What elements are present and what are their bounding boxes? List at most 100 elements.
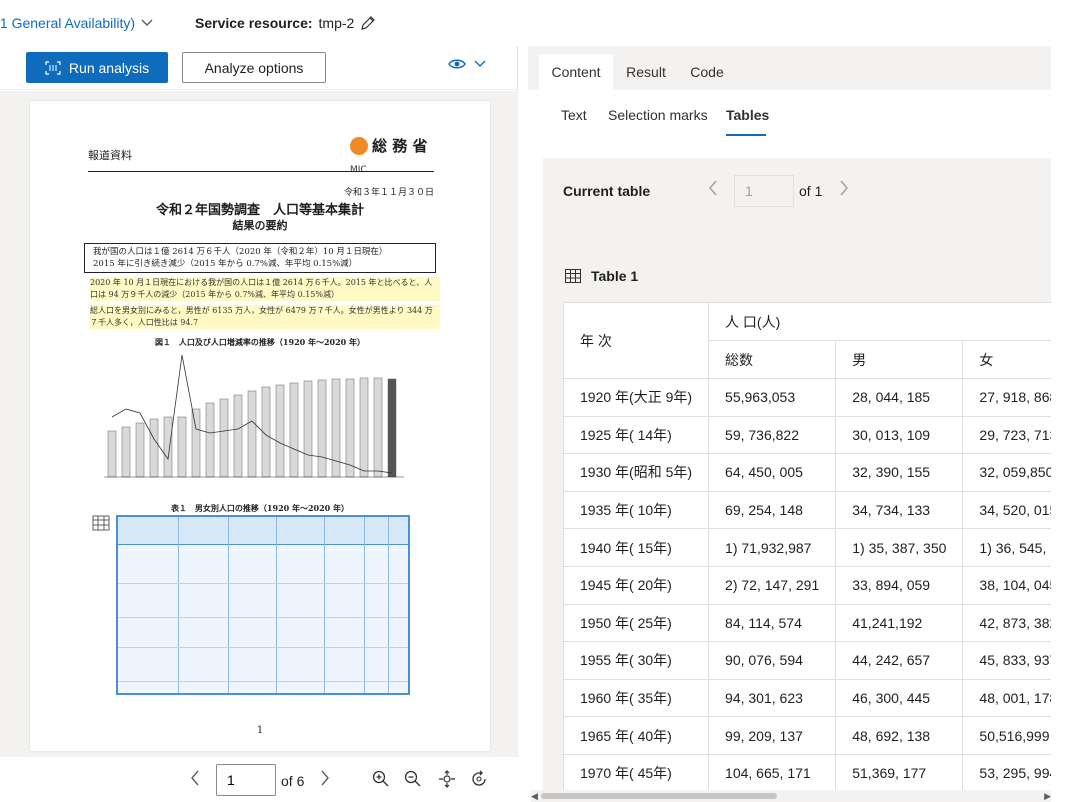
run-analysis-button[interactable]: Run analysis <box>26 52 168 83</box>
zoom-out-button[interactable] <box>404 770 422 791</box>
table-cell: 28, 044, 185 <box>835 378 964 417</box>
table-cell: 29, 723, 713 <box>962 415 1051 455</box>
table-cell: 1970 年( 45年) <box>562 753 710 793</box>
table-cell: 90, 076, 594 <box>708 641 837 680</box>
scrollbar-thumb[interactable] <box>541 793 777 799</box>
table-cell: 1960 年( 35年) <box>562 678 710 718</box>
service-resource-label: Service resource: <box>195 15 313 31</box>
current-table-input[interactable]: 1 <box>734 175 794 207</box>
table-cell: 94, 301, 623 <box>708 678 837 718</box>
table-cell: 1945 年( 20年) <box>562 565 710 605</box>
table-cell: 1940 年( 15年) <box>562 528 710 567</box>
service-resource-value: tmp-2 <box>318 15 355 31</box>
doc-paragraph-1: 2020 年 10 月１日現在における我が国の人口は１億 2614 万６千人。2… <box>90 277 440 301</box>
zoom-in-icon <box>372 770 389 787</box>
table-cell: 46, 300, 445 <box>835 678 964 718</box>
scroll-right-icon[interactable]: ▶ <box>1044 791 1051 802</box>
doc-subtitle: 結果の要約 <box>232 219 288 232</box>
scan-icon <box>45 60 61 75</box>
zoom-in-button[interactable] <box>372 770 390 791</box>
table-cell: 32, 059,850 <box>962 453 1051 492</box>
doc-table-title: 表１ 男女別人口の推移（1920 年～2020 年） <box>170 503 350 513</box>
ministry-logo-icon <box>350 136 368 155</box>
analyze-options-button[interactable]: Analyze options <box>182 52 326 83</box>
tab-code[interactable]: Code <box>681 54 733 90</box>
subtab-active-indicator <box>726 134 766 136</box>
table-cell: 51,369, 177 <box>835 753 964 793</box>
table-cell: 34, 520, 015 <box>962 490 1051 530</box>
table-row: 1920 年(大正 9年) 55,963,053 28, 044, 185 27, 9… <box>562 378 1051 417</box>
table-row: 1945 年( 20年) 2) 72, 147, 291 33, 894, 059 3… <box>562 565 1051 605</box>
scroll-left-icon[interactable]: ◀ <box>531 791 538 802</box>
chevron-down-icon <box>141 19 153 26</box>
table-heading: Table 1 <box>565 268 638 284</box>
chevron-down-icon <box>474 60 486 67</box>
model-version-dropdown[interactable]: .1 General Availability) <box>0 15 153 31</box>
table-cell: 53, 295, 994 <box>962 753 1051 793</box>
rotate-button[interactable] <box>470 770 488 791</box>
table-cell: 1920 年(大正 9年) <box>562 378 710 417</box>
table-icon[interactable] <box>92 515 110 531</box>
doc-chart <box>104 354 404 478</box>
doc-paragraph-2: 総人口を男女別にみると，男性が 6135 万人，女性が 6479 万７千人。女性… <box>90 305 440 329</box>
zoom-out-icon <box>404 770 421 787</box>
current-table-label: Current table <box>563 183 651 199</box>
table-cell: 1925 年( 14年) <box>562 415 710 455</box>
doc-summary-line1: 我が国の人口は１億 2614 万６千人（2020 年（令和２年）10 月１日現在… <box>93 247 388 257</box>
next-page-button[interactable] <box>320 770 330 791</box>
table-cell: 1965 年( 40年) <box>562 716 710 755</box>
table-cell: 34, 734, 133 <box>835 490 964 530</box>
table-card: Table 1 年 次 人 口(人) 総数 男 女 1920 年(大正 9年) … <box>543 254 1051 802</box>
header-total: 総数 <box>708 340 837 379</box>
extracted-table: 年 次 人 口(人) 総数 男 女 1920 年(大正 9年) 55,963,05… <box>562 302 1051 793</box>
table-cell: 104, 665, 171 <box>708 753 837 793</box>
horizontal-scrollbar[interactable]: ◀ ▶ <box>531 790 1051 802</box>
table-cell: 1950 年( 25年) <box>562 603 710 643</box>
doc-table-region[interactable] <box>116 515 410 695</box>
chevron-right-icon <box>840 180 848 196</box>
result-tabs: Content Result Code <box>528 46 1051 90</box>
doc-mic: MIC <box>350 165 367 175</box>
prev-page-button[interactable] <box>190 770 200 791</box>
header-male: 男 <box>835 340 964 379</box>
table-row: 1935 年( 10年) 69, 254, 148 34, 734, 133 34, … <box>562 490 1051 530</box>
table-cell: 48, 001, 178 <box>962 678 1051 718</box>
vertical-scrollbar[interactable] <box>1051 46 1067 802</box>
tab-result[interactable]: Result <box>620 54 672 90</box>
tab-content[interactable]: Content <box>539 54 613 90</box>
doc-org-name: 総 務 省 <box>372 137 428 155</box>
table-row: 1940 年( 15年) 1) 71,932,987 1) 35, 387, 350… <box>562 528 1051 567</box>
subtab-text[interactable]: Text <box>561 107 587 123</box>
document-page: 報道資料 総 務 省 MIC 令和３年１１月３０日 令和２年国勢調査 人口等基本… <box>30 101 490 751</box>
table-cell: 42, 873, 382 <box>962 603 1051 643</box>
page-number-input[interactable] <box>216 764 276 796</box>
prev-table-button[interactable] <box>708 180 718 201</box>
subtab-selection-marks[interactable]: Selection marks <box>608 107 708 123</box>
model-version-label: .1 General Availability) <box>0 15 136 31</box>
run-analysis-label: Run analysis <box>68 59 150 76</box>
table-cell: 1955 年( 30年) <box>562 641 710 680</box>
document-viewer[interactable]: 報道資料 総 務 省 MIC 令和３年１１月３０日 令和２年国勢調査 人口等基本… <box>0 91 518 757</box>
table-row: 1965 年( 40年) 99, 209, 137 48, 692, 138 50,5… <box>562 716 1051 755</box>
doc-org: 総 務 省 <box>350 135 427 156</box>
pencil-icon[interactable] <box>360 15 376 31</box>
subtab-tables[interactable]: Tables <box>726 107 769 123</box>
table-cell: 64, 450, 005 <box>708 453 837 492</box>
table-row: 1960 年( 35年) 94, 301, 623 46, 300, 445 48, … <box>562 678 1051 718</box>
table-cell: 50,516,999 <box>962 716 1051 755</box>
next-table-button[interactable] <box>839 180 849 201</box>
table-icon <box>565 269 581 283</box>
service-resource: Service resource: tmp-2 <box>195 15 376 31</box>
eye-icon <box>448 59 466 69</box>
table-cell: 45, 833, 937 <box>962 641 1051 680</box>
content-subtabs: Text Selection marks Tables <box>528 94 1051 140</box>
table-cell: 30, 013, 109 <box>835 415 964 455</box>
doc-summary-box: 我が国の人口は１億 2614 万６千人（2020 年（令和２年）10 月１日現在… <box>84 243 436 273</box>
table-cell: 99, 209, 137 <box>708 716 837 755</box>
fit-page-button[interactable] <box>438 770 456 791</box>
table-cell: 1930 年(昭和 5年) <box>562 453 710 492</box>
view-options-dropdown[interactable] <box>448 58 486 70</box>
header-female: 女 <box>962 340 1051 379</box>
table-row: 1930 年(昭和 5年) 64, 450, 005 32, 390, 155 32,… <box>562 453 1051 492</box>
doc-rule <box>88 171 434 172</box>
